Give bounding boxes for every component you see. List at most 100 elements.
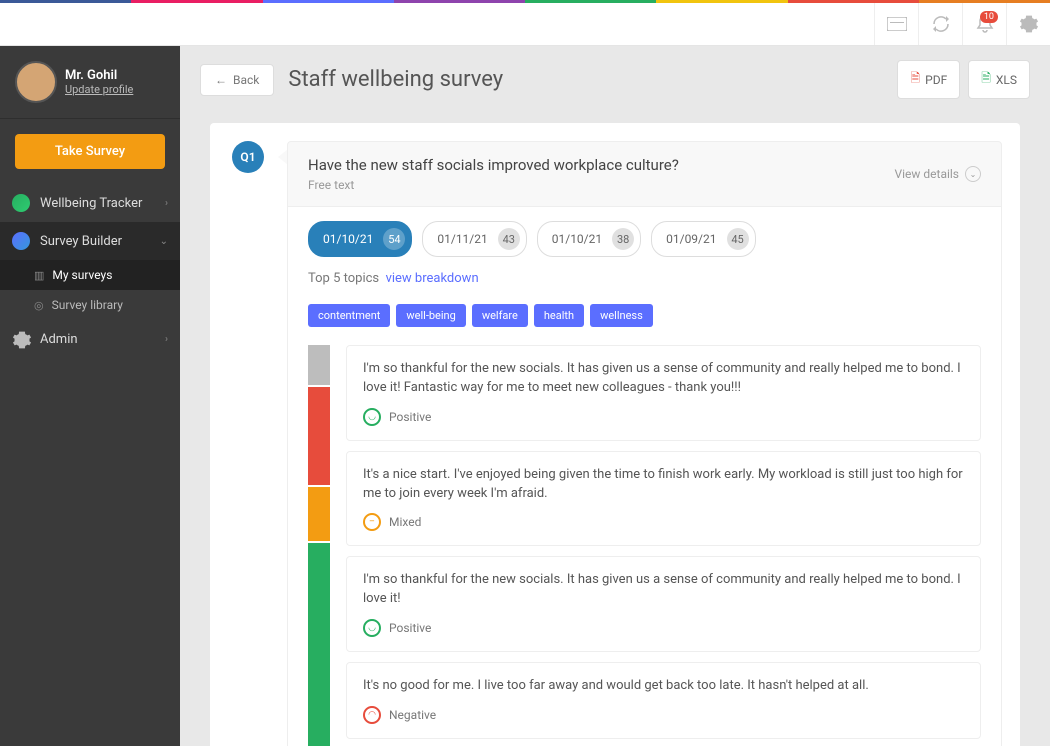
back-button[interactable]: ← Back: [200, 64, 274, 96]
nav-label: Admin: [40, 332, 78, 347]
date-pill[interactable]: 01/10/21 38: [537, 221, 641, 257]
topic-tag[interactable]: health: [534, 304, 584, 327]
arrow-left-icon: ←: [215, 73, 227, 87]
nav-survey-library[interactable]: ◎ Survey library: [0, 290, 180, 320]
question-badge: Q1: [232, 141, 264, 173]
question-card: Q1 Have the new staff socials improved w…: [210, 123, 1020, 746]
view-details-link[interactable]: View details ⌄: [894, 166, 981, 182]
pdf-icon: 🗎: [910, 69, 920, 90]
xls-label: XLS: [996, 73, 1017, 87]
back-label: Back: [233, 73, 259, 87]
nav-label: My surveys: [52, 268, 112, 282]
response-text: I'm so thankful for the new socials. It …: [363, 360, 964, 398]
wellbeing-icon: [12, 194, 30, 212]
sidebar: Pulse Mr. Gohil Update profile Take Surv…: [0, 3, 180, 746]
nav-my-surveys[interactable]: ▥ My surveys: [0, 260, 180, 290]
question-row: Q1 Have the new staff socials improved w…: [210, 123, 1020, 746]
bell-icon[interactable]: 10: [962, 3, 1006, 45]
sentiment-label: Negative: [389, 708, 436, 722]
wallet-icon[interactable]: [874, 3, 918, 45]
sentiment-row: ◡ Positive: [363, 619, 964, 637]
response-text: I'm so thankful for the new socials. It …: [363, 571, 964, 609]
question-body: Have the new staff socials improved work…: [287, 141, 1002, 746]
strip-segment: [308, 487, 330, 541]
response-item: I'm so thankful for the new socials. It …: [346, 556, 981, 652]
date-pill[interactable]: 01/10/21 54: [308, 221, 412, 257]
nav-label: Survey Builder: [40, 234, 122, 249]
chevron-down-icon: ⌄: [965, 166, 981, 182]
take-survey-button[interactable]: Take Survey: [15, 134, 165, 169]
doc-icon: ▥: [34, 269, 44, 282]
topics-label: Top 5 topics: [308, 271, 379, 286]
xls-button[interactable]: 🗎 XLS: [968, 60, 1030, 99]
main: ← Back Staff wellbeing survey 🗎PDF 🗎XLS …: [180, 46, 1050, 746]
pill-date: 01/10/21: [552, 232, 602, 246]
sentiment-row: ◡ Positive: [363, 408, 964, 426]
date-pills: 01/10/21 54 01/11/21 43 01/10/21 38 01/09/21 45: [288, 207, 1001, 271]
question-type: Free text: [308, 178, 679, 192]
sentiment-label: Mixed: [389, 515, 421, 529]
topic-tag[interactable]: welfare: [472, 304, 528, 327]
topic-tags: contentment well-being welfare health wellne…: [288, 296, 1001, 341]
nav-survey-builder[interactable]: Survey Builder ⌄: [0, 222, 180, 260]
response-item: It's no good for me. I live too far away…: [346, 662, 981, 739]
sentiment-row: ◠ Negative: [363, 706, 964, 724]
sentiment-label: Positive: [389, 621, 431, 635]
face-icon: ◡: [363, 408, 381, 426]
date-pill[interactable]: 01/11/21 43: [422, 221, 526, 257]
bell-badge: 10: [980, 11, 998, 23]
builder-icon: [12, 232, 30, 250]
sentiment-label: Positive: [389, 410, 431, 424]
pill-count: 38: [612, 228, 634, 250]
strip-segment: [308, 387, 330, 485]
sync-icon[interactable]: [918, 3, 962, 45]
sentiment-row: – Mixed: [363, 513, 964, 531]
settings-icon[interactable]: [1006, 3, 1050, 45]
view-breakdown-link[interactable]: view breakdown: [386, 271, 479, 286]
library-icon: ◎: [34, 299, 44, 312]
strip-segment: [308, 543, 330, 746]
response-item: It's a nice start. I've enjoyed being gi…: [346, 451, 981, 547]
responses-area: I'm so thankful for the new socials. It …: [288, 341, 1001, 746]
response-text: It's a nice start. I've enjoyed being gi…: [363, 466, 964, 504]
header: 10: [0, 3, 1050, 46]
pill-date: 01/10/21: [323, 232, 373, 246]
pill-count: 45: [727, 228, 749, 250]
pill-date: 01/11/21: [437, 232, 487, 246]
topics-row: Top 5 topics view breakdown: [288, 271, 1001, 296]
sentiment-strip: [308, 345, 330, 746]
title-row: ← Back Staff wellbeing survey 🗎 PDF 🗎 XLS: [180, 46, 1050, 113]
pill-count: 43: [498, 228, 520, 250]
topic-tag[interactable]: wellness: [590, 304, 653, 327]
page-title: Staff wellbeing survey: [288, 67, 503, 92]
chevron-right-icon: ›: [165, 334, 168, 345]
chevron-down-icon: ⌄: [160, 236, 168, 247]
response-item: I'm so thankful for the new socials. It …: [346, 345, 981, 441]
topic-tag[interactable]: contentment: [308, 304, 390, 327]
nav-wellbeing[interactable]: Wellbeing Tracker ›: [0, 184, 180, 222]
pill-count: 54: [383, 228, 405, 250]
profile-name: Mr. Gohil: [65, 68, 133, 83]
xls-icon: 🗎: [981, 69, 991, 90]
pdf-label: PDF: [925, 73, 947, 87]
pdf-button[interactable]: 🗎 PDF: [897, 60, 960, 99]
question-header: Have the new staff socials improved work…: [288, 142, 1001, 207]
nav-admin[interactable]: Admin ›: [0, 320, 180, 358]
response-list: I'm so thankful for the new socials. It …: [346, 345, 981, 746]
date-pill[interactable]: 01/09/21 45: [651, 221, 755, 257]
view-details-label: View details: [894, 167, 959, 181]
update-profile-link[interactable]: Update profile: [65, 83, 133, 96]
face-icon: ◠: [363, 706, 381, 724]
response-text: It's no good for me. I live too far away…: [363, 677, 964, 696]
face-icon: ◡: [363, 619, 381, 637]
question-text: Have the new staff socials improved work…: [308, 156, 679, 174]
profile-block: Mr. Gohil Update profile: [0, 46, 180, 119]
strip-segment: [308, 345, 330, 385]
pill-date: 01/09/21: [666, 232, 716, 246]
nav-label: Wellbeing Tracker: [40, 196, 142, 211]
avatar[interactable]: [15, 61, 57, 103]
chevron-right-icon: ›: [165, 198, 168, 209]
face-icon: –: [363, 513, 381, 531]
nav-label: Survey library: [52, 298, 123, 312]
topic-tag[interactable]: well-being: [396, 304, 465, 327]
